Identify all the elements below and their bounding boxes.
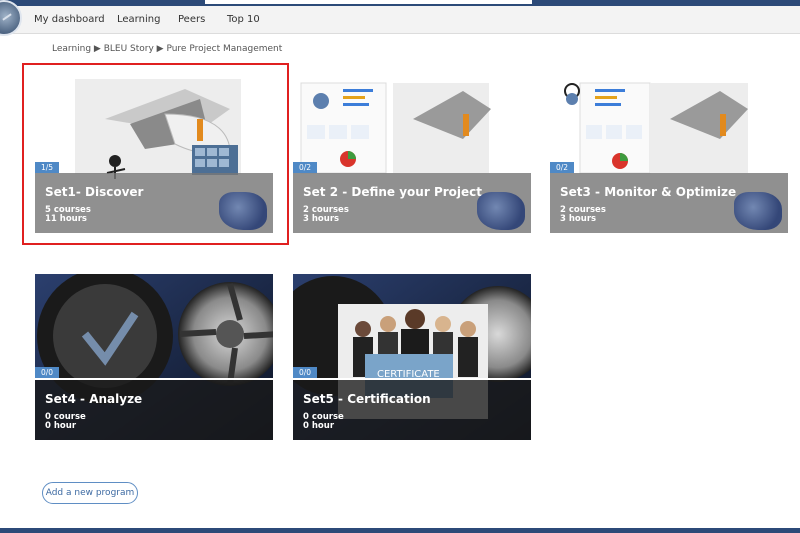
nav-my-dashboard[interactable]: My dashboard	[34, 14, 105, 25]
card-title: Set5 - Certification	[303, 392, 431, 406]
progress-badge: 0/0	[35, 367, 59, 378]
card-title: Set 2 - Define your Project	[303, 185, 482, 199]
top-search-bar[interactable]	[205, 0, 532, 4]
selected-card-highlight	[22, 63, 289, 245]
card-info-band: Set4 - Analyze 0 course 0 hour	[35, 380, 273, 440]
bottom-bar	[0, 528, 800, 533]
card-hours: 0 hour	[45, 421, 77, 431]
card-hours: 3 hours	[303, 214, 340, 224]
nav-top-10[interactable]: Top 10	[227, 14, 260, 25]
program-card-set3[interactable]: 0/2 Set3 - Monitor & Optimize 2 courses …	[550, 79, 788, 233]
program-card-set4[interactable]: 0/0 Set4 - Analyze 0 course 0 hour	[35, 274, 273, 440]
card-info-band: Set5 - Certification 0 course 0 hour	[293, 380, 531, 440]
puzzle-icon	[734, 192, 782, 230]
card-hours: 0 hour	[303, 421, 335, 431]
puzzle-icon	[477, 192, 525, 230]
progress-badge: 0/2	[293, 162, 317, 173]
add-program-button[interactable]: Add a new program	[42, 482, 138, 504]
nav-learning[interactable]: Learning	[117, 14, 160, 25]
program-card-set5[interactable]: CERTIFICATE 0/0 Set5 - Certification 0 c…	[293, 274, 531, 440]
top-nav: My dashboard Learning Peers Top 10	[0, 0, 800, 36]
card-info-band: Set3 - Monitor & Optimize 2 courses 3 ho…	[550, 173, 788, 233]
program-card-set2[interactable]: 0/2 Set 2 - Define your Project 2 course…	[293, 79, 531, 233]
app-logo-icon[interactable]	[0, 0, 22, 36]
nav-peers[interactable]: Peers	[178, 14, 205, 25]
progress-badge: 0/2	[550, 162, 574, 173]
breadcrumb: Learning ▶ BLEU Story ▶ Pure Project Man…	[52, 44, 283, 54]
card-info-band: Set 2 - Define your Project 2 courses 3 …	[293, 173, 531, 233]
card-title: Set4 - Analyze	[45, 392, 143, 406]
card-title: Set3 - Monitor & Optimize	[560, 185, 737, 199]
card-hours: 3 hours	[560, 214, 597, 224]
progress-badge: 0/0	[293, 367, 317, 378]
